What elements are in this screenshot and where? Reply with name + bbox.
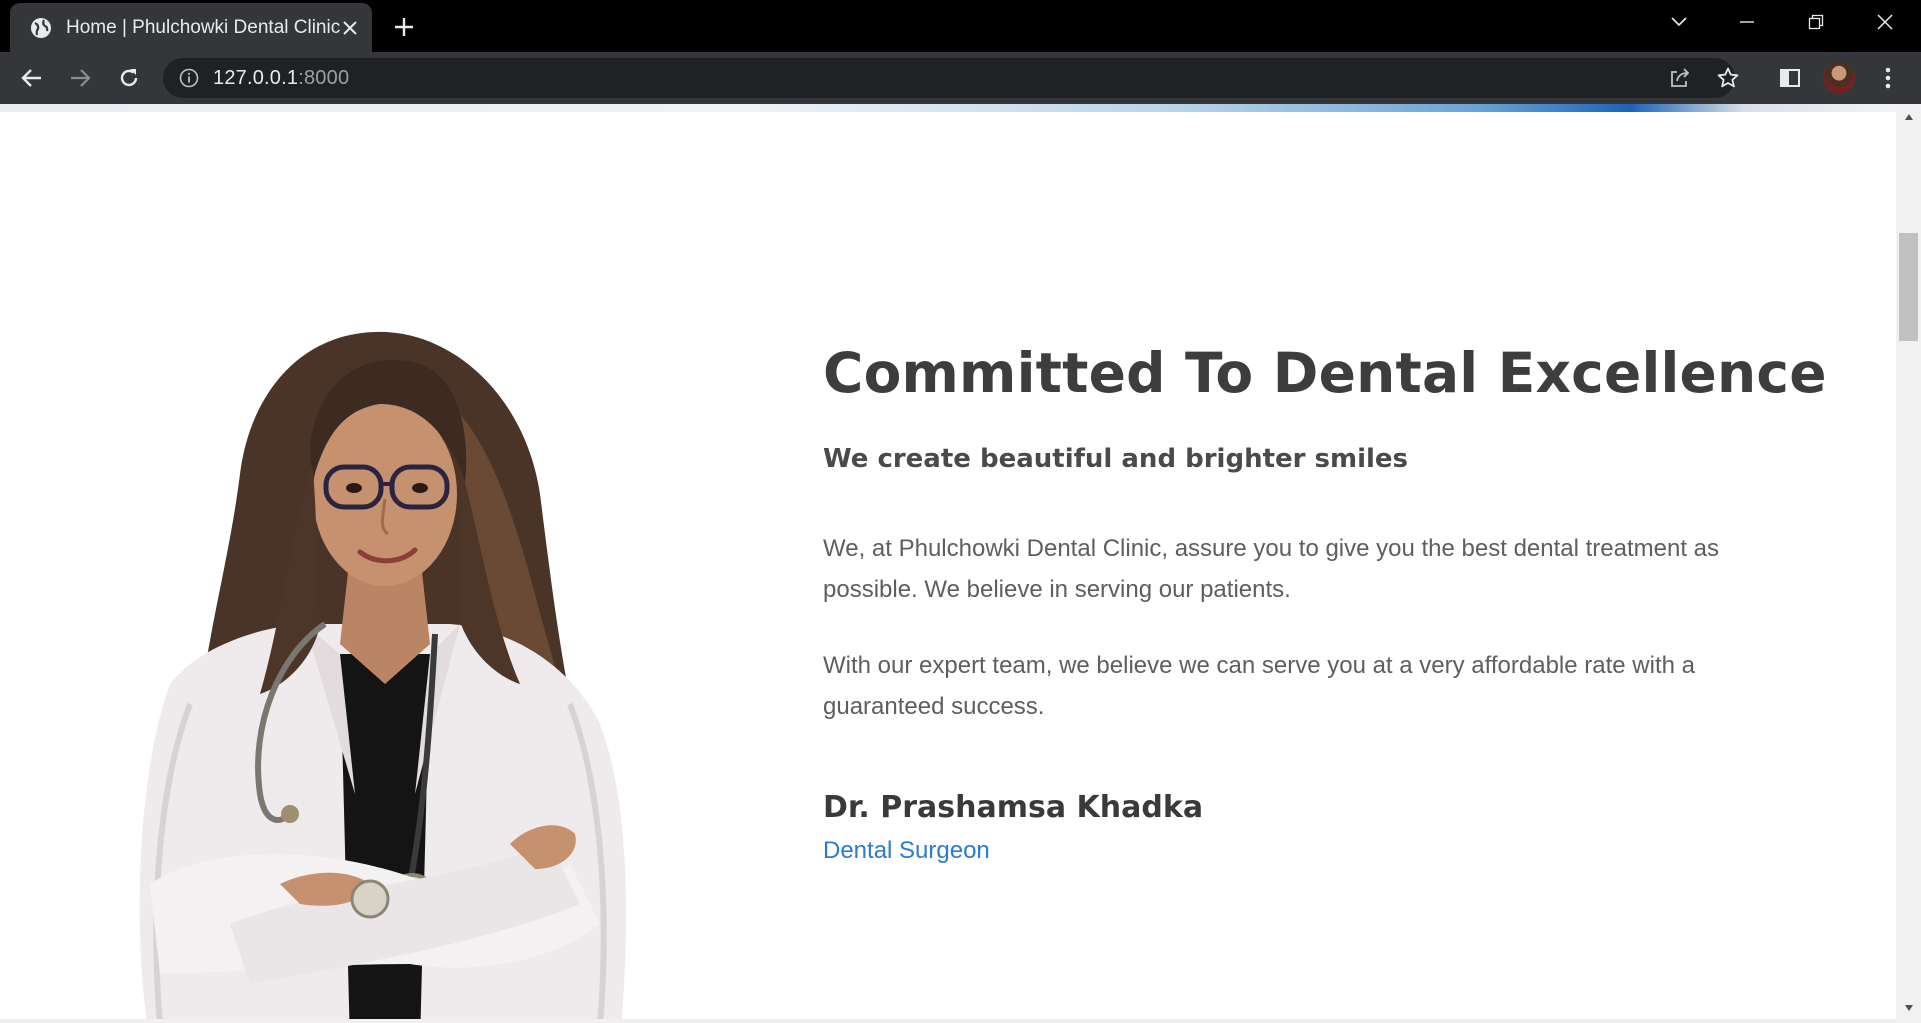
address-bar[interactable]: 127.0.0.1:8000 <box>163 58 1739 98</box>
minimize-icon[interactable] <box>1719 0 1775 44</box>
scrollbar-thumb[interactable] <box>1899 233 1918 341</box>
plus-icon[interactable] <box>389 12 419 42</box>
doctor-role: Dental Surgeon <box>823 837 990 864</box>
section-headline: Committed To Dental Excellence <box>823 341 1827 405</box>
tab-title: Home | Phulchowki Dental Clinic <box>66 16 341 38</box>
reload-icon[interactable] <box>114 63 144 93</box>
profile-avatar[interactable] <box>1823 61 1855 93</box>
section-subheadline: We create beautiful and brighter smiles <box>823 444 1409 474</box>
star-icon[interactable] <box>1716 66 1740 90</box>
url-host: 127.0.0.1 <box>213 67 299 89</box>
close-icon[interactable] <box>1857 0 1913 44</box>
about-section: Committed To Dental Excellence We create… <box>823 340 1827 865</box>
browser-toolbar: 127.0.0.1:8000 <box>0 52 1921 104</box>
globe-icon <box>30 17 52 39</box>
info-icon[interactable] <box>178 67 200 89</box>
section-divider <box>0 1019 1896 1023</box>
scroll-down-icon[interactable] <box>1896 999 1921 1017</box>
doctor-photo <box>139 331 626 1023</box>
kebab-menu-icon[interactable] <box>1874 64 1902 92</box>
scroll-up-icon[interactable] <box>1896 108 1921 126</box>
back-arrow-icon[interactable] <box>17 63 47 93</box>
side-panel-icon[interactable] <box>1776 64 1804 92</box>
share-icon[interactable] <box>1668 66 1692 90</box>
browser-tab-bar: Home | Phulchowki Dental Clinic <box>0 0 1921 52</box>
doctor-name: Dr. Prashamsa Khadka <box>823 790 1204 825</box>
hero-image-edge <box>0 104 1896 112</box>
url-port: :8000 <box>298 67 350 89</box>
restore-icon[interactable] <box>1788 0 1844 44</box>
page-scrollbar[interactable] <box>1896 104 1921 1023</box>
forward-arrow-icon[interactable] <box>65 63 95 93</box>
team-paragraph: With our expert team, we believe we can … <box>823 652 1695 720</box>
url-text: 127.0.0.1:8000 <box>213 67 349 90</box>
page-viewport: Committed To Dental Excellence We create… <box>0 104 1896 1023</box>
intro-paragraph: We, at Phulchowki Dental Clinic, assure … <box>823 535 1720 603</box>
chevron-down-icon[interactable] <box>1651 0 1707 44</box>
browser-tab[interactable]: Home | Phulchowki Dental Clinic <box>10 3 372 52</box>
close-icon[interactable] <box>340 14 360 42</box>
